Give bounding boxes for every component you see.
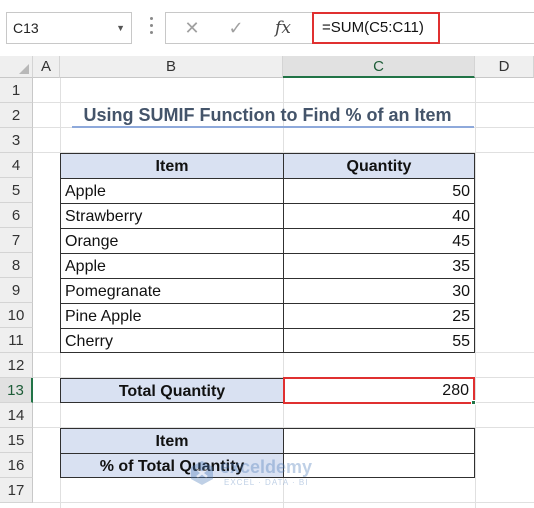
row-header-5[interactable]: 5 bbox=[0, 178, 33, 203]
table-header-quantity[interactable]: Quantity bbox=[283, 153, 475, 179]
watermark-tagline: EXCEL · DATA · BI bbox=[224, 478, 309, 487]
row-header-6[interactable]: 6 bbox=[0, 203, 33, 228]
table-header-item[interactable]: Item bbox=[60, 153, 284, 179]
formula-input-extension[interactable] bbox=[440, 12, 534, 44]
chevron-down-icon[interactable]: ▼ bbox=[116, 13, 125, 43]
row-header-13[interactable]: 13 bbox=[0, 378, 33, 403]
row-header-14[interactable]: 14 bbox=[0, 403, 33, 428]
table-cell-item[interactable]: Strawberry bbox=[60, 203, 284, 229]
grid-line bbox=[33, 502, 534, 503]
table-cell-item[interactable]: Orange bbox=[60, 228, 284, 254]
percent-total-label[interactable]: % of Total Quantity bbox=[60, 453, 284, 478]
title-underline bbox=[72, 126, 474, 128]
select-all-button[interactable] bbox=[0, 56, 33, 78]
name-box-value: C13 bbox=[13, 20, 39, 36]
table-cell-quantity[interactable]: 40 bbox=[283, 203, 475, 229]
row-header-10[interactable]: 10 bbox=[0, 303, 33, 328]
insert-function-icon[interactable]: fx bbox=[265, 12, 301, 44]
total-quantity-cell[interactable]: 280 bbox=[283, 377, 475, 404]
grid-line bbox=[475, 78, 476, 508]
row-header-16[interactable]: 16 bbox=[0, 453, 33, 478]
table-cell-quantity[interactable]: 35 bbox=[283, 253, 475, 279]
table-cell-item[interactable]: Pine Apple bbox=[60, 303, 284, 329]
table-cell-item[interactable]: Apple bbox=[60, 253, 284, 279]
lookup-item-value[interactable] bbox=[283, 428, 475, 454]
row-header-12[interactable]: 12 bbox=[0, 353, 33, 378]
row-header-2[interactable]: 2 bbox=[0, 103, 33, 128]
cancel-icon[interactable]: ✕ bbox=[174, 12, 210, 44]
percent-total-value[interactable] bbox=[283, 453, 475, 478]
row-header-3[interactable]: 3 bbox=[0, 128, 33, 153]
column-header-a[interactable]: A bbox=[33, 56, 60, 78]
table-cell-item[interactable]: Apple bbox=[60, 178, 284, 204]
column-header-c[interactable]: C bbox=[283, 56, 475, 78]
column-header-b[interactable]: B bbox=[60, 56, 283, 78]
sheet-title[interactable]: Using SUMIF Function to Find % of an Ite… bbox=[60, 103, 475, 128]
table-cell-quantity[interactable]: 30 bbox=[283, 278, 475, 304]
name-box[interactable]: C13 ▼ bbox=[6, 12, 132, 44]
drag-handle-icon[interactable] bbox=[150, 17, 154, 39]
lookup-item-label[interactable]: Item bbox=[60, 428, 284, 454]
row-header-4[interactable]: 4 bbox=[0, 153, 33, 178]
enter-icon[interactable]: ✓ bbox=[218, 12, 254, 44]
table-cell-quantity[interactable]: 45 bbox=[283, 228, 475, 254]
table-cell-item[interactable]: Cherry bbox=[60, 328, 284, 353]
column-header-d[interactable]: D bbox=[475, 56, 534, 78]
formula-input[interactable]: =SUM(C5:C11) bbox=[312, 12, 440, 44]
select-all-triangle-icon bbox=[19, 64, 29, 74]
table-cell-quantity[interactable]: 55 bbox=[283, 328, 475, 353]
table-cell-quantity[interactable]: 25 bbox=[283, 303, 475, 329]
table-cell-quantity[interactable]: 50 bbox=[283, 178, 475, 204]
row-header-11[interactable]: 11 bbox=[0, 328, 33, 353]
row-header-8[interactable]: 8 bbox=[0, 253, 33, 278]
formula-bar: C13 ▼ ✕ ✓ fx =SUM(C5:C11) bbox=[0, 0, 534, 56]
table-cell-item[interactable]: Pomegranate bbox=[60, 278, 284, 304]
fill-handle[interactable] bbox=[471, 400, 476, 405]
row-header-7[interactable]: 7 bbox=[0, 228, 33, 253]
row-header-9[interactable]: 9 bbox=[0, 278, 33, 303]
row-header-17[interactable]: 17 bbox=[0, 478, 33, 503]
row-header-15[interactable]: 15 bbox=[0, 428, 33, 453]
total-quantity-label[interactable]: Total Quantity bbox=[60, 378, 284, 403]
row-header-1[interactable]: 1 bbox=[0, 78, 33, 103]
